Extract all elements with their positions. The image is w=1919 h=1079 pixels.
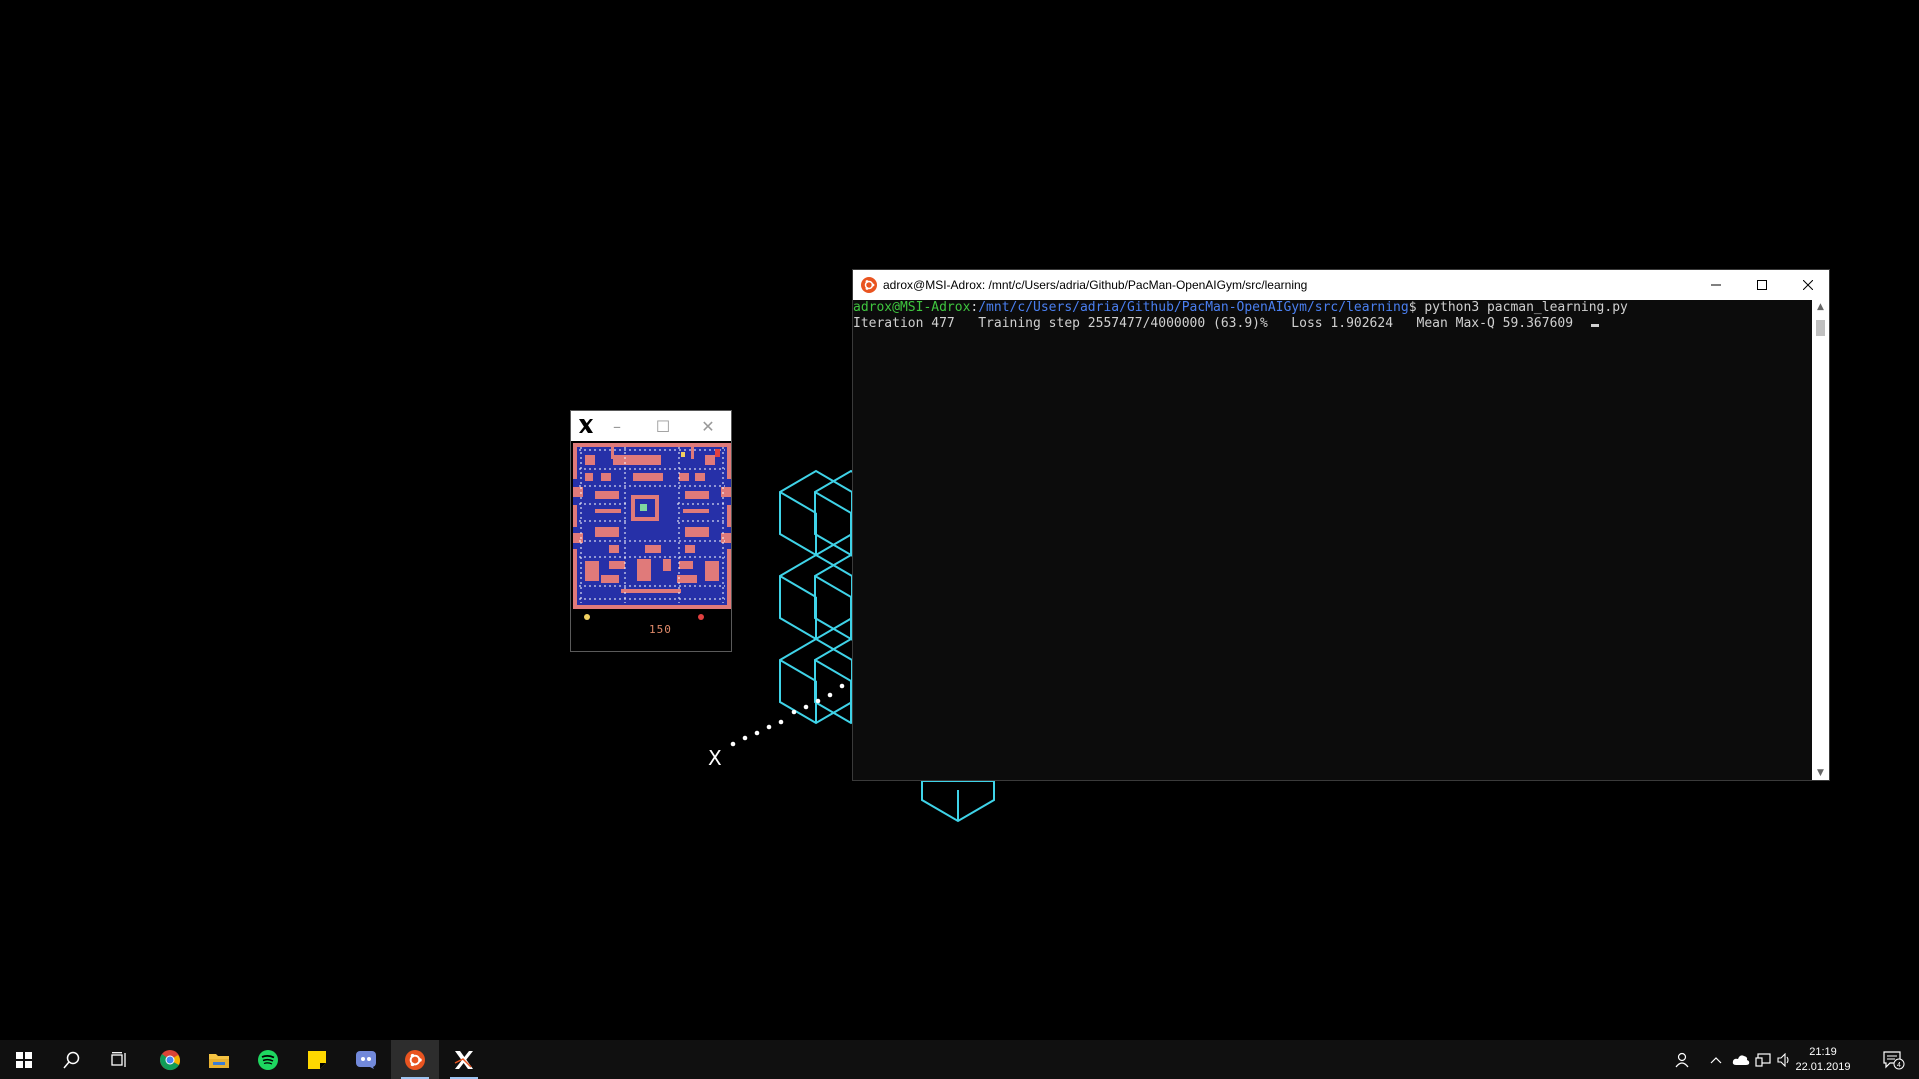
discord-button[interactable] (342, 1040, 390, 1079)
ubuntu-terminal-icon (405, 1049, 425, 1070)
score-display: 150 (649, 623, 672, 636)
maximize-icon (1757, 280, 1767, 290)
close-icon (1803, 280, 1813, 290)
taskbar-clock[interactable]: 21:19 22.01.2019 (1788, 1045, 1858, 1075)
terminal-titlebar[interactable]: adrox@MSI-Adrox: /mnt/c/Users/adria/Gith… (853, 270, 1829, 300)
action-center-button[interactable]: 4 (1878, 1040, 1910, 1079)
pacman-game-board (573, 443, 731, 620)
sticky-notes-icon (308, 1050, 326, 1069)
network-icon-svg (1755, 1052, 1771, 1067)
wallpaper-x-letter: X (708, 746, 722, 770)
notification-count: 4 (1897, 1062, 1901, 1069)
training-status-text: Iteration 477 Training step 2557477/4000… (853, 316, 1574, 331)
minimize-button[interactable]: – (597, 411, 637, 441)
notification-icon: 4 (1883, 1050, 1905, 1069)
task-view-button[interactable] (96, 1040, 144, 1079)
text-cursor (1591, 324, 1600, 327)
task-view-icon (111, 1051, 126, 1067)
scroll-down-icon[interactable]: ▼ (1812, 766, 1829, 780)
lives-pacman-icon (584, 614, 590, 620)
discord-icon (356, 1050, 376, 1069)
chevron-up-icon (1710, 1056, 1722, 1063)
spotify-button[interactable] (244, 1040, 292, 1079)
minimize-button[interactable] (1693, 270, 1739, 300)
x-server-icon (454, 1050, 473, 1069)
prompt-user: adrox@MSI-Adrox (853, 300, 971, 315)
prompt-path: /mnt/c/Users/adria/Github/PacMan-OpenAIG… (978, 300, 1409, 315)
terminal-scrollbar[interactable]: ▲ ▼ (1812, 300, 1829, 780)
bonus-fruit-icon (698, 614, 704, 620)
minimize-icon (1711, 284, 1721, 286)
file-explorer-icon (209, 1053, 229, 1068)
taskbar: 21:19 22.01.2019 4 (0, 1040, 1919, 1079)
close-button[interactable]: ✕ (688, 411, 728, 441)
terminal-window[interactable]: adrox@MSI-Adrox: /mnt/c/Users/adria/Gith… (852, 269, 1830, 781)
clock-date: 22.01.2019 (1795, 1061, 1851, 1073)
pacman-game-window[interactable]: – ☐ ✕ 150 (570, 410, 732, 652)
prompt-command: $ python3 pacman_learning.py (1408, 300, 1628, 315)
scrollbar-thumb[interactable] (1816, 320, 1825, 336)
ubuntu-terminal-button[interactable] (391, 1040, 439, 1079)
x-server-button[interactable] (440, 1040, 488, 1079)
sticky-notes-button[interactable] (293, 1040, 341, 1079)
maximize-button[interactable] (1739, 270, 1785, 300)
pellet-bonus (681, 452, 685, 457)
ghost-sprite-red (715, 449, 720, 457)
maze-background (573, 443, 731, 609)
onedrive-icon[interactable] (1730, 1040, 1752, 1079)
terminal-output[interactable]: adrox@MSI-Adrox:/mnt/c/Users/adria/Githu… (853, 300, 1811, 780)
chrome-icon (160, 1049, 180, 1070)
wallpaper-dots (730, 683, 845, 747)
network-icon[interactable] (1752, 1040, 1774, 1079)
start-button[interactable] (0, 1040, 48, 1079)
chrome-button[interactable] (146, 1040, 194, 1079)
close-button[interactable] (1785, 270, 1831, 300)
pacman-window-titlebar[interactable]: – ☐ ✕ (571, 411, 731, 441)
people-icon[interactable] (1670, 1040, 1692, 1079)
clock-time: 21:19 (1809, 1046, 1837, 1058)
x-server-icon (579, 419, 593, 433)
windows-start-icon (16, 1051, 32, 1068)
terminal-output-line: Iteration 477 Training step 2557477/4000… (853, 316, 1811, 332)
spotify-icon (258, 1049, 278, 1070)
people-icon-svg (1675, 1052, 1689, 1067)
cloud-icon (1732, 1054, 1750, 1065)
search-icon (63, 1051, 80, 1068)
show-hidden-icons-button[interactable] (1705, 1040, 1727, 1079)
ghost-sprite (640, 504, 647, 511)
terminal-title: adrox@MSI-Adrox: /mnt/c/Users/adria/Gith… (883, 278, 1308, 292)
scroll-up-icon[interactable]: ▲ (1812, 300, 1829, 314)
ubuntu-icon (861, 277, 877, 293)
terminal-prompt-line: adrox@MSI-Adrox:/mnt/c/Users/adria/Githu… (853, 300, 1811, 316)
maximize-button[interactable]: ☐ (643, 411, 683, 441)
file-explorer-button[interactable] (195, 1040, 243, 1079)
search-button[interactable] (48, 1040, 96, 1079)
